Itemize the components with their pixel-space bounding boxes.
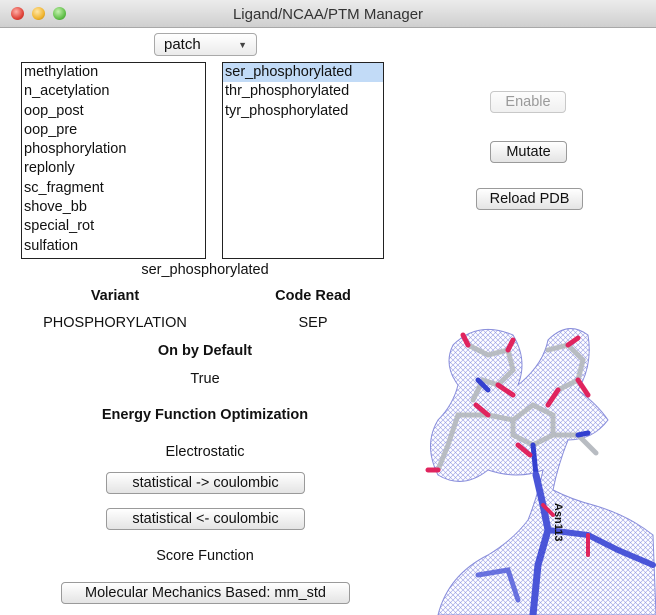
code-read-header: Code Read — [275, 288, 351, 304]
list-item[interactable]: methylation — [22, 63, 205, 82]
score-function-button[interactable]: Molecular Mechanics Based: mm_std — [61, 582, 350, 604]
on-by-default-value: True — [190, 371, 220, 387]
list-item[interactable]: phosphorylation — [22, 140, 205, 159]
electron-density-mesh — [430, 328, 656, 615]
dropdown-arrow-icon: ▼ — [238, 40, 247, 50]
code-read-value: SEP — [298, 315, 328, 331]
patch-list[interactable]: methylation n_acetylation oop_post oop_p… — [21, 62, 206, 259]
window-title: Ligand/NCAA/PTM Manager — [232, 6, 424, 23]
statistical-to-coulombic-button[interactable]: statistical -> coulombic — [106, 472, 305, 494]
list-item[interactable]: sc_fragment — [22, 179, 205, 198]
list-item[interactable]: oop_pre — [22, 121, 205, 140]
molecular-structure-image: Asn113 — [425, 328, 656, 615]
window-titlebar: Ligand/NCAA/PTM Manager — [0, 0, 656, 28]
type-select[interactable]: patch ▼ — [154, 33, 257, 56]
list-item-selected[interactable]: ser_phosphorylated — [223, 63, 383, 83]
enable-button[interactable]: Enable — [490, 91, 566, 113]
electrostatic-label: Electrostatic — [165, 444, 245, 460]
score-function-label: Score Function — [156, 548, 254, 564]
list-item[interactable]: oop_post — [22, 102, 205, 121]
variant-list[interactable]: ser_phosphorylated thr_phosphorylated ty… — [222, 62, 384, 259]
list-item[interactable]: tyr_phosphorylated — [223, 102, 383, 121]
coulombic-to-statistical-button[interactable]: statistical <- coulombic — [106, 508, 305, 530]
list-item[interactable]: replonly — [22, 159, 205, 178]
energy-function-header: Energy Function Optimization — [101, 407, 309, 423]
residue-label: Asn113 — [552, 503, 564, 542]
on-by-default-header: On by Default — [157, 343, 253, 359]
variant-header: Variant — [90, 288, 140, 304]
list-item[interactable]: thr_phosphorylated — [223, 82, 383, 101]
type-select-value: patch — [164, 36, 201, 53]
variant-value: PHOSPHORYLATION — [43, 315, 187, 331]
list-item[interactable]: sulfation — [22, 237, 205, 256]
selected-variant-name: ser_phosphorylated — [141, 262, 269, 278]
list-item[interactable]: shove_bb — [22, 198, 205, 217]
mutate-button[interactable]: Mutate — [490, 141, 567, 163]
list-item[interactable]: n_acetylation — [22, 82, 205, 101]
list-item[interactable]: special_rot — [22, 217, 205, 236]
reload-pdb-button[interactable]: Reload PDB — [476, 188, 583, 210]
